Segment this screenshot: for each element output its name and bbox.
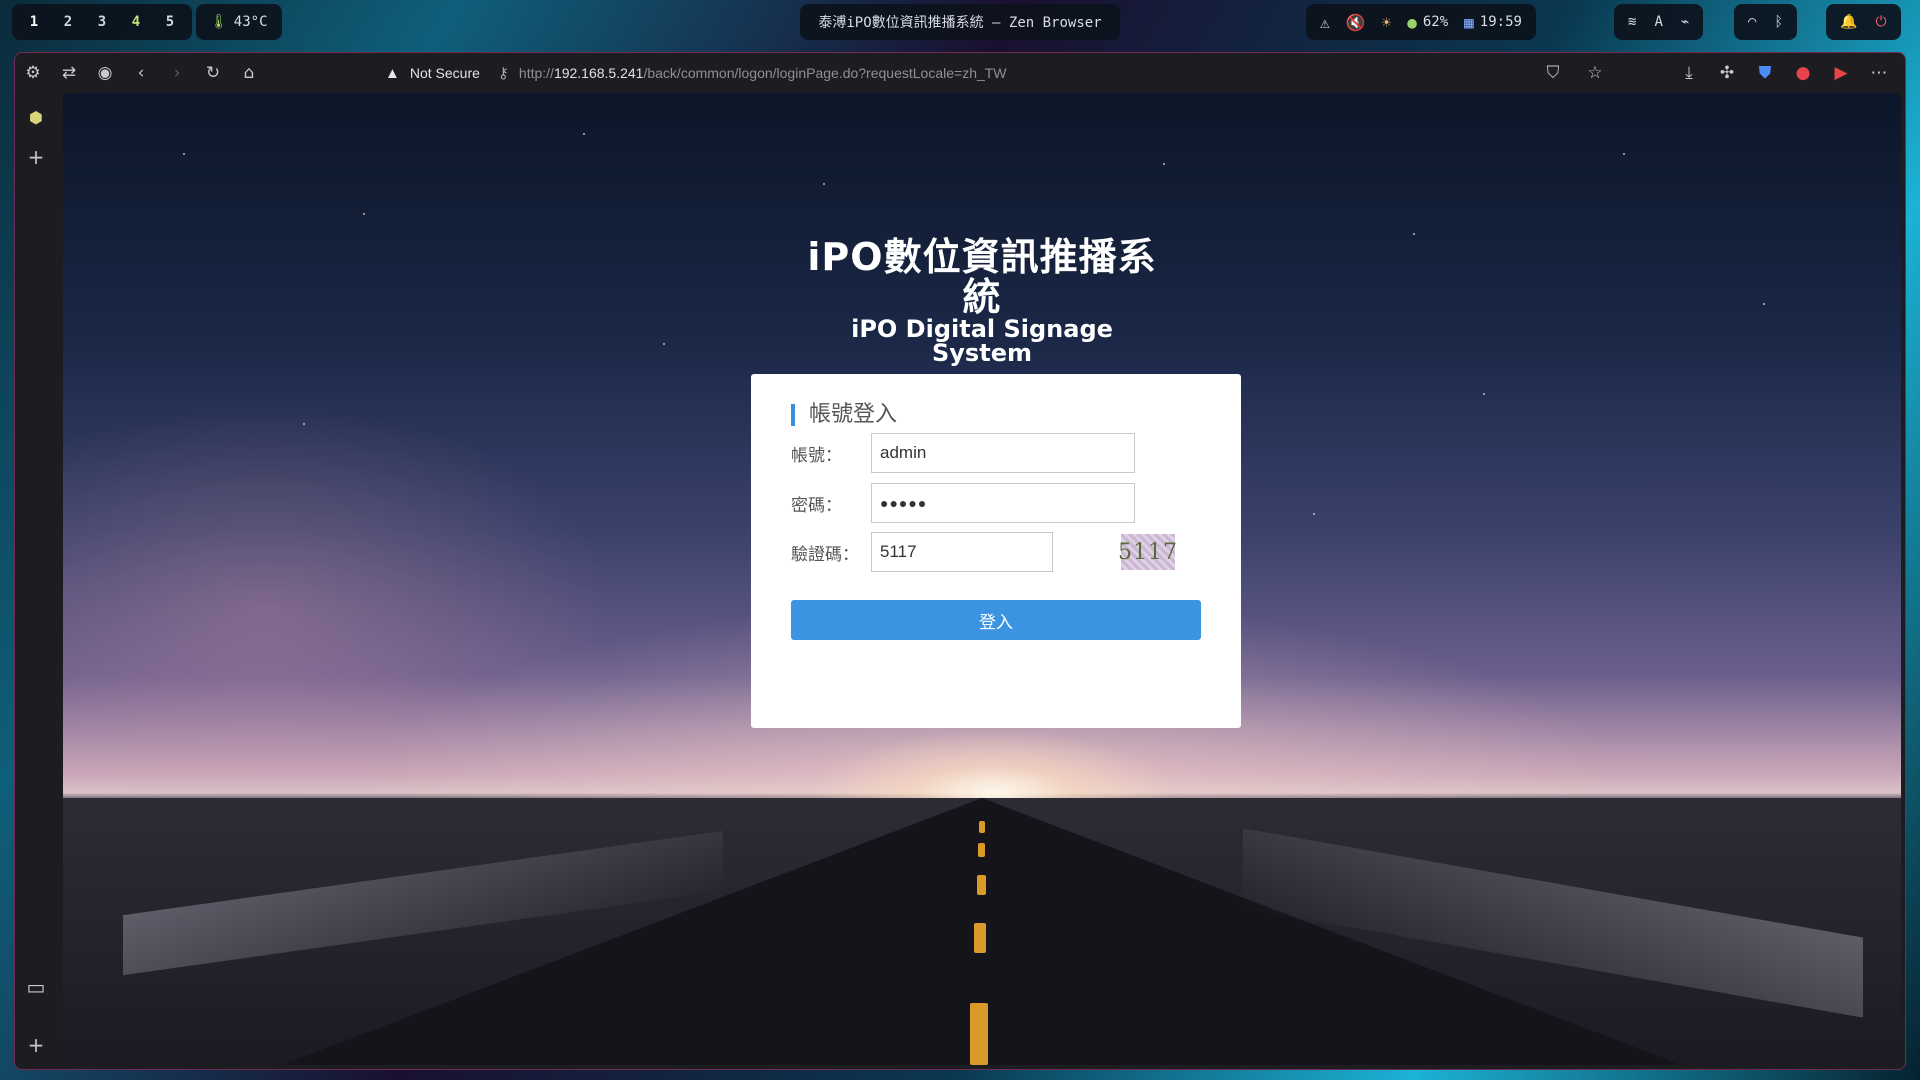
url-path: /back/common/logon/loginPage.do?requestL… — [643, 65, 1007, 81]
extensions-puzzle-icon[interactable]: ✣ — [1709, 58, 1745, 88]
star — [1163, 163, 1165, 165]
star — [183, 153, 185, 155]
account-input[interactable]: admin — [871, 433, 1135, 473]
add-workspace-plus-icon[interactable]: + — [20, 1029, 52, 1061]
shield-icon[interactable]: ⛉ — [1535, 58, 1571, 88]
battery-widget[interactable]: ● 62% — [1407, 13, 1448, 32]
battery-icon: ● — [1407, 12, 1417, 32]
road-dash — [977, 875, 986, 895]
back-arrow-icon[interactable]: ‹ — [123, 58, 159, 88]
star — [663, 343, 665, 345]
logo-title-en: iPO Digital Signage System — [851, 315, 1113, 367]
system-top-bar: 1 2 3 4 5 🌡 43°C 泰溥iPO數位資訊推播系統 — Zen Bro… — [0, 0, 1920, 46]
star — [363, 213, 365, 215]
browser-window: ⚙ ⇄ ◉ ‹ › ↻ ⌂ ▲ Not Secure ⚷ http://192.… — [14, 52, 1906, 1070]
tab-favicon-cube-icon[interactable]: ⬢ — [20, 101, 52, 133]
sidebar-bottom: ▭ + — [15, 963, 57, 1061]
keyboard-layout[interactable]: A — [1654, 14, 1662, 30]
road-dash — [978, 843, 985, 857]
power-icon[interactable]: ⏻ — [1875, 14, 1886, 30]
swap-arrows-icon[interactable]: ⇄ — [51, 58, 87, 88]
toolbar-right-actions: ⤓ ✣ ⛊ ● ▶ ⋯ — [1671, 58, 1897, 88]
temperature-value: 43°C — [233, 14, 268, 30]
url-host: 192.168.5.241 — [553, 65, 644, 81]
password-input[interactable]: ●●●●● — [871, 483, 1135, 523]
url-text[interactable]: http://192.168.5.241/back/common/logon/l… — [519, 65, 1007, 81]
captcha-label: 驗證碼： — [791, 545, 859, 565]
star — [1763, 303, 1765, 305]
workspace-5[interactable]: 5 — [162, 14, 178, 30]
calendar-icon: ▦ — [1464, 12, 1474, 32]
login-button[interactable]: 登入 — [791, 600, 1201, 640]
forward-arrow-icon[interactable]: › — [159, 58, 195, 88]
notification-bell-icon[interactable]: 🔔 — [1840, 14, 1857, 30]
page-viewport: iPO數位資訊推播系統 iPO Digital Signage System 帳… — [63, 93, 1901, 1065]
new-tab-plus-icon[interactable]: + — [20, 141, 52, 173]
ublock-icon[interactable]: ● — [1785, 58, 1821, 88]
video-extension-icon[interactable]: ▶ — [1823, 58, 1859, 88]
star — [1623, 153, 1625, 155]
account-label: 帳號： — [791, 446, 842, 466]
warning-triangle-icon[interactable]: ▲ — [385, 65, 400, 82]
brightness-icon[interactable]: ☀ — [1382, 13, 1392, 32]
wifi-icon[interactable]: ◠ — [1748, 14, 1756, 30]
password-label: 密碼： — [791, 496, 842, 516]
clock-widget[interactable]: ▦ 19:59 — [1464, 13, 1522, 32]
login-card: 帳號登入 帳號： admin 密碼： ●●●●● 驗證碼： 5117 5117 … — [751, 374, 1241, 728]
system-status-widget: ⚠ 🔇 ☀ ● 62% ▦ 19:59 — [1306, 4, 1536, 40]
star — [1413, 233, 1415, 235]
bluetooth-icon[interactable]: ᛒ — [1774, 14, 1782, 30]
window-title-widget: 泰溥iPO數位資訊推播系統 — Zen Browser — [800, 4, 1120, 40]
captcha-image[interactable]: 5117 — [1118, 534, 1177, 570]
captcha-input[interactable]: 5117 — [871, 532, 1053, 572]
url-scheme: http:// — [518, 65, 554, 81]
star — [583, 133, 585, 135]
bookmark-star-icon[interactable]: ☆ — [1577, 58, 1613, 88]
alert-icon[interactable]: ⚠ — [1320, 13, 1330, 32]
battery-value: 62% — [1422, 14, 1449, 30]
browser-toolbar: ⚙ ⇄ ◉ ‹ › ↻ ⌂ ▲ Not Secure ⚷ http://192.… — [15, 53, 1905, 93]
connectivity-widget: ◠ ᛒ — [1734, 4, 1797, 40]
wifi-small-icon[interactable]: ≋ — [1628, 14, 1636, 30]
road-dash — [979, 821, 985, 833]
workspace-1[interactable]: 1 — [26, 14, 42, 30]
temperature-widget[interactable]: 🌡 43°C — [196, 4, 282, 40]
thermometer-icon: 🌡 — [210, 14, 228, 30]
bitwarden-shield-icon[interactable]: ⛊ — [1747, 58, 1783, 88]
tray-widget: ≋ A ⌁ — [1614, 4, 1704, 40]
network-off-icon[interactable]: ⌁ — [1681, 14, 1689, 30]
home-icon[interactable]: ⌂ — [231, 58, 267, 88]
site-logo: iPO數位資訊推播系統 iPO Digital Signage System — [797, 237, 1167, 365]
reload-icon[interactable]: ↻ — [195, 58, 231, 88]
road-dash — [974, 923, 986, 953]
star — [1483, 393, 1485, 395]
download-icon[interactable]: ⤓ — [1671, 58, 1707, 88]
workspace-switcher: 1 2 3 4 5 — [12, 4, 192, 40]
clock-value: 19:59 — [1479, 14, 1522, 30]
star — [1313, 513, 1315, 515]
mute-icon[interactable]: 🔇 — [1346, 13, 1366, 32]
settings-gear-icon[interactable]: ⚙ — [15, 58, 51, 88]
menu-more-icon[interactable]: ⋯ — [1861, 58, 1897, 88]
workspace-2[interactable]: 2 — [60, 14, 76, 30]
workspace-3[interactable]: 3 — [94, 14, 110, 30]
login-card-title: 帳號登入 — [791, 404, 897, 426]
window-title: 泰溥iPO數位資訊推播系統 — Zen Browser — [818, 15, 1102, 31]
browser-sidebar: ⬢ + ▭ + — [15, 93, 57, 1069]
sidebar-toggle-icon[interactable]: ▭ — [20, 971, 52, 1003]
power-widget: 🔔 ⏻ — [1826, 4, 1901, 40]
workspace-4[interactable]: 4 — [128, 14, 144, 30]
star — [823, 183, 825, 185]
address-bar[interactable]: ▲ Not Secure ⚷ http://192.168.5.241/back… — [385, 58, 1535, 88]
logo-title-zh: iPO數位資訊推播系統 — [807, 235, 1157, 319]
address-bar-actions: ⛉ ☆ — [1535, 58, 1613, 88]
profile-avatar-icon[interactable]: ◉ — [87, 58, 123, 88]
road-dash — [970, 1003, 988, 1065]
key-icon[interactable]: ⚷ — [498, 64, 509, 82]
security-label[interactable]: Not Secure — [410, 65, 480, 81]
star — [303, 423, 305, 425]
